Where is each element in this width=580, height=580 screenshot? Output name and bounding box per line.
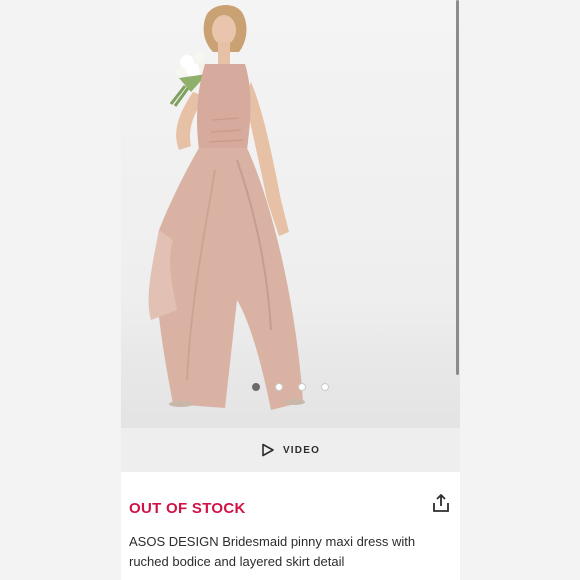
share-button[interactable] — [430, 492, 452, 514]
scrollbar[interactable] — [456, 0, 459, 375]
share-icon — [433, 494, 449, 512]
carousel-dots — [121, 383, 460, 395]
play-icon — [262, 443, 274, 457]
carousel-dot-3[interactable] — [298, 383, 306, 391]
product-title: ASOS DESIGN Bridesmaid pinny maxi dress … — [129, 534, 416, 569]
carousel-dot-2[interactable] — [275, 383, 283, 391]
video-button[interactable]: VIDEO — [121, 428, 460, 472]
stock-status: OUT OF STOCK — [129, 500, 246, 517]
carousel-dot-4[interactable] — [321, 383, 329, 391]
product-page: VIDEO OUT OF STOCK ASOS DESIGN Bridesmai… — [121, 0, 460, 580]
product-image — [148, 5, 305, 410]
carousel-dot-1[interactable] — [252, 383, 260, 391]
product-info: OUT OF STOCK ASOS DESIGN Bridesmaid pinn… — [121, 472, 460, 580]
product-image-gallery[interactable] — [121, 0, 460, 428]
video-label: VIDEO — [282, 444, 321, 456]
